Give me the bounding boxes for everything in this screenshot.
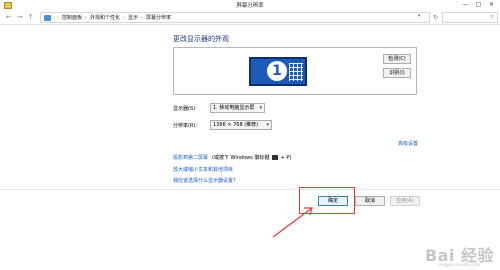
display-label: 显示器(S): (173, 106, 197, 112)
advanced-settings-link[interactable]: 高级设置 (398, 140, 418, 147)
breadcrumb-separator: › (123, 14, 126, 21)
close-button[interactable]: ✕ (485, 1, 498, 9)
windows-logo-icon (272, 155, 279, 160)
footer-divider (0, 189, 500, 190)
breadcrumb-separator: › (57, 14, 59, 21)
text-size-link[interactable]: 放大或缩小文本和其他项目 (173, 166, 233, 173)
annotation-arrow-icon (272, 207, 313, 238)
search-icon: ⌕ (490, 13, 494, 20)
project-second-screen-link[interactable]: 投影到第二屏幕 (173, 154, 208, 161)
baidu-watermark-url: jingyan.baidu.com (438, 263, 480, 268)
window-controls: — □ ✕ (459, 1, 498, 9)
resolution-select[interactable]: 1366 × 768 (推荐) ▾ (210, 120, 272, 130)
monitor-grid-decoration (289, 63, 303, 81)
project-hint-prefix: (或按下 Windows 徽标键 (212, 155, 270, 161)
refresh-icon[interactable]: ↻ (433, 14, 438, 21)
chevron-down-icon: ▾ (259, 105, 262, 111)
project-hint: (或按下 Windows 徽标键 + P) (212, 154, 291, 161)
forward-arrow-icon[interactable]: → (15, 13, 24, 22)
breadcrumb[interactable]: › 控制面板 › 外观和个性化 › 显示 › 屏幕分辨率 (40, 12, 430, 23)
display-select-value: 1. 移动电脑显示屏 (213, 105, 255, 111)
control-panel-icon (44, 14, 51, 21)
resolution-label: 分辨率(R): (173, 123, 198, 129)
breadcrumb-appearance[interactable]: 外观和个性化 (90, 14, 120, 21)
breadcrumb-control-panel[interactable]: 控制面板 (62, 14, 82, 21)
monitor-number: 1 (267, 61, 287, 81)
display-select[interactable]: 1. 移动电脑显示屏 ▾ (210, 103, 265, 113)
project-hint-suffix: + P) (280, 155, 292, 161)
resolution-select-value: 1366 × 768 (推荐) (213, 122, 259, 128)
minimize-button[interactable]: — (459, 1, 472, 9)
breadcrumb-screen-resolution[interactable]: 屏幕分辨率 (146, 14, 171, 21)
search-input[interactable]: ⌕ (442, 12, 498, 23)
cancel-button[interactable]: 取消 (355, 196, 385, 206)
which-settings-link[interactable]: 我应该选择什么显示器设置? (173, 177, 236, 184)
window-title: 屏幕分辨率 (236, 3, 264, 9)
breadcrumb-separator: › (85, 14, 88, 21)
maximize-button[interactable]: □ (472, 1, 485, 9)
title-bar: 屏幕分辨率 — □ ✕ (0, 0, 500, 11)
address-bar: ← → ↑ › 控制面板 › 外观和个性化 › 显示 › 屏幕分辨率 ▾ ↻ ⌕ (0, 11, 500, 25)
up-arrow-icon[interactable]: ↑ (26, 13, 35, 22)
display-preview-panel: 1 检测(C) 识别(I) (173, 47, 417, 95)
chevron-down-icon: ▾ (266, 122, 269, 128)
detect-button[interactable]: 检测(C) (383, 54, 411, 64)
monitor-icon[interactable]: 1 (249, 57, 307, 86)
breadcrumb-display[interactable]: 显示 (128, 14, 138, 21)
address-dropdown-icon[interactable]: ▾ (418, 13, 421, 19)
breadcrumb-separator: › (141, 14, 144, 21)
page-title: 更改显示器的外观 (173, 35, 229, 43)
back-arrow-icon[interactable]: ← (4, 13, 13, 22)
apply-button[interactable]: 应用(A) (390, 196, 420, 206)
identify-button[interactable]: 识别(I) (383, 68, 411, 78)
